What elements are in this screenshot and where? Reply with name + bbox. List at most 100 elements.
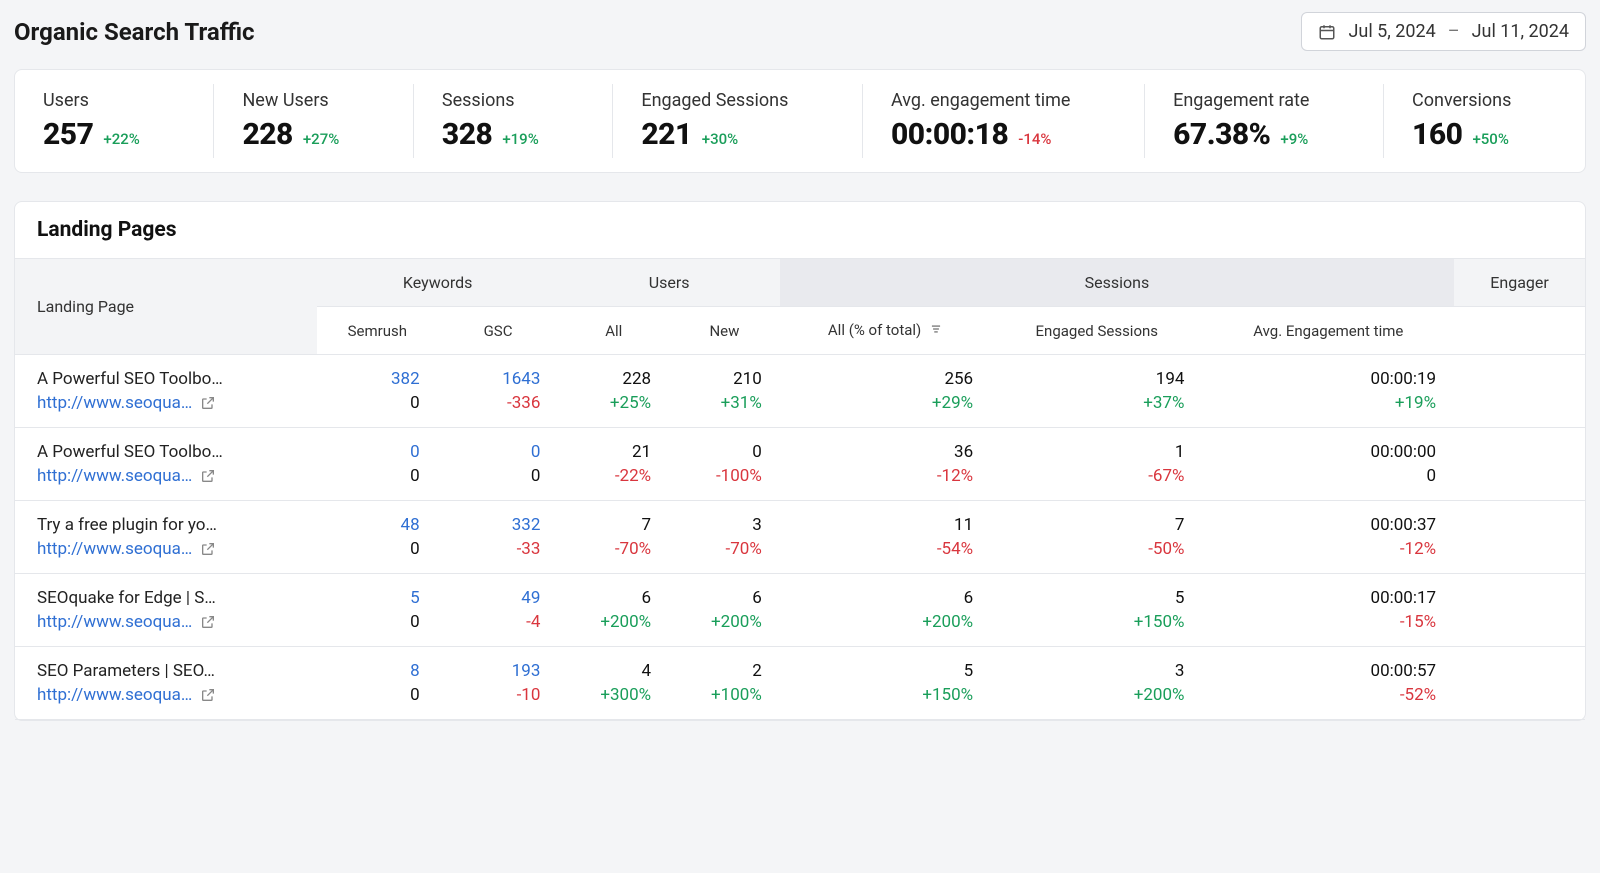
landing-page-cell: Try a free plugin for yo… http://www.seoq… <box>15 501 317 574</box>
landing-page-cell: SEOquake for Edge | S… http://www.seoqua… <box>15 574 317 647</box>
colgroup-engagement: Engager <box>1454 259 1585 307</box>
landing-page-url[interactable]: http://www.seoqua… <box>37 612 192 632</box>
table-cell: 194+37% <box>991 355 1202 428</box>
col-sessions-all[interactable]: All (% of total) <box>780 307 991 355</box>
metric-card[interactable]: Users 257 +22% <box>15 84 214 158</box>
metric-value: 160 <box>1412 117 1462 152</box>
metric-delta: +50% <box>1472 130 1508 148</box>
landing-page-title[interactable]: A Powerful SEO Toolbo… <box>37 369 297 389</box>
metric-label: Sessions <box>442 90 584 111</box>
metric-card[interactable]: New Users 228 +27% <box>214 84 413 158</box>
col-avg-eng-time[interactable]: Avg. Engagement time <box>1202 307 1454 355</box>
landing-page-url[interactable]: http://www.seoqua… <box>37 685 192 705</box>
table-cell <box>1454 355 1585 428</box>
landing-pages-table: Landing Page Keywords Users Sessions Eng… <box>15 258 1585 720</box>
table-cell: 00:00:57-52% <box>1202 647 1454 720</box>
table-row: SEO Parameters | SEO…http://www.seoqua…8… <box>15 647 1585 720</box>
date-range-picker[interactable]: Jul 5, 2024 – Jul 11, 2024 <box>1301 12 1586 51</box>
table-row: SEOquake for Edge | S… http://www.seoqua…… <box>15 574 1585 647</box>
date-from: Jul 5, 2024 <box>1348 21 1435 42</box>
date-to: Jul 11, 2024 <box>1472 21 1569 42</box>
table-cell: 193-10 <box>438 647 559 720</box>
table-row: Try a free plugin for yo… http://www.seoq… <box>15 501 1585 574</box>
table-cell: 7-70% <box>558 501 669 574</box>
metric-delta: -14% <box>1018 130 1051 148</box>
metric-card[interactable]: Conversions 160 +50% <box>1384 84 1585 158</box>
metric-delta: +30% <box>702 130 738 148</box>
metric-card[interactable]: Engagement rate67.38%+9% <box>1145 84 1384 158</box>
table-cell: 4+300% <box>558 647 669 720</box>
date-separator: – <box>1448 21 1460 42</box>
section-title: Landing Pages <box>15 202 1585 258</box>
table-cell: 49-4 <box>438 574 559 647</box>
table-row: A Powerful SEO Toolbo… http://www.seoqua…… <box>15 355 1585 428</box>
metric-card[interactable]: Sessions328+19% <box>414 84 613 158</box>
landing-page-url[interactable]: http://www.seoqua… <box>37 466 192 486</box>
metric-card[interactable]: Avg. engagement time 00:00:18 -14% <box>863 84 1145 158</box>
table-cell <box>1454 501 1585 574</box>
table-cell: 480 <box>317 501 438 574</box>
landing-page-cell: A Powerful SEO Toolbo… http://www.seoqua… <box>15 355 317 428</box>
table-cell <box>1454 428 1585 501</box>
sort-icon <box>929 322 943 340</box>
table-cell: 332-33 <box>438 501 559 574</box>
table-cell: 1643-336 <box>438 355 559 428</box>
table-cell: 00 <box>317 428 438 501</box>
external-link-icon[interactable] <box>200 468 216 484</box>
table-cell: 50 <box>317 574 438 647</box>
table-cell: 00:00:37-12% <box>1202 501 1454 574</box>
table-cell: 6+200% <box>780 574 991 647</box>
col-users-new[interactable]: New <box>669 307 780 355</box>
metric-delta: +27% <box>303 130 339 148</box>
metric-label: New Users <box>242 90 384 111</box>
external-link-icon[interactable] <box>200 541 216 557</box>
table-cell: 228+25% <box>558 355 669 428</box>
metric-label: Users <box>43 90 185 111</box>
landing-page-title[interactable]: SEOquake for Edge | S… <box>37 588 297 608</box>
metric-delta: +9% <box>1280 130 1308 148</box>
col-landing-page[interactable]: Landing Page <box>15 259 317 355</box>
landing-page-url[interactable]: http://www.seoqua… <box>37 539 192 559</box>
metric-label: Conversions <box>1412 90 1557 111</box>
landing-page-url[interactable]: http://www.seoqua… <box>37 393 192 413</box>
metric-label: Engaged Sessions <box>641 90 834 111</box>
metric-label: Avg. engagement time <box>891 90 1116 111</box>
metric-value: 00:00:18 <box>891 117 1008 152</box>
metric-delta: +22% <box>103 130 139 148</box>
col-engaged-sessions[interactable]: Engaged Sessions <box>991 307 1202 355</box>
external-link-icon[interactable] <box>200 687 216 703</box>
landing-page-title[interactable]: SEO Parameters | SEO… <box>37 661 297 681</box>
table-cell: 1-67% <box>991 428 1202 501</box>
landing-page-title[interactable]: Try a free plugin for yo… <box>37 515 297 535</box>
table-cell <box>1454 574 1585 647</box>
metric-value: 221 <box>641 117 691 152</box>
metric-value: 228 <box>242 117 292 152</box>
table-cell: 6+200% <box>669 574 780 647</box>
metric-label: Engagement rate <box>1173 90 1355 111</box>
table-cell: 2+100% <box>669 647 780 720</box>
col-semrush[interactable]: Semrush <box>317 307 438 355</box>
col-gsc[interactable]: GSC <box>438 307 559 355</box>
calendar-icon <box>1318 23 1336 41</box>
table-cell: 00 <box>438 428 559 501</box>
table-cell: 00:00:17-15% <box>1202 574 1454 647</box>
table-cell: 36-12% <box>780 428 991 501</box>
metric-value: 257 <box>43 117 93 152</box>
page-title: Organic Search Traffic <box>14 18 255 46</box>
table-cell: 7-50% <box>991 501 1202 574</box>
col-users-all[interactable]: All <box>558 307 669 355</box>
metric-delta: +19% <box>502 130 538 148</box>
table-cell: 5+150% <box>780 647 991 720</box>
external-link-icon[interactable] <box>200 395 216 411</box>
col-engagement-extra[interactable] <box>1454 307 1585 355</box>
table-cell: 256+29% <box>780 355 991 428</box>
colgroup-sessions: Sessions <box>780 259 1454 307</box>
table-row: A Powerful SEO Toolbo… http://www.seoqua…… <box>15 428 1585 501</box>
landing-page-title[interactable]: A Powerful SEO Toolbo… <box>37 442 297 462</box>
colgroup-users: Users <box>558 259 779 307</box>
metric-card[interactable]: Engaged Sessions 221 +30% <box>613 84 863 158</box>
table-cell: 21-22% <box>558 428 669 501</box>
table-cell: 3820 <box>317 355 438 428</box>
external-link-icon[interactable] <box>200 614 216 630</box>
table-cell: 11-54% <box>780 501 991 574</box>
